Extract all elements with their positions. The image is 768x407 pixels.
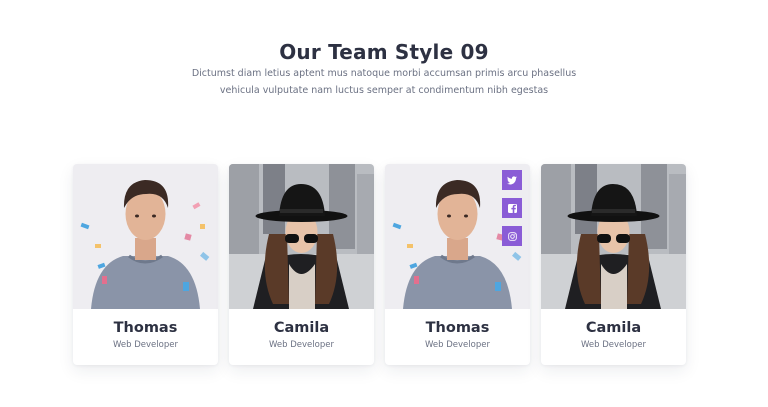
instagram-icon <box>507 231 517 241</box>
member-role: Web Developer <box>581 340 646 350</box>
team-card[interactable]: Thomas Web Developer <box>385 164 530 365</box>
member-photo <box>229 164 374 309</box>
member-role: Web Developer <box>269 340 334 350</box>
card-body: Thomas Web Developer <box>385 309 530 365</box>
team-card[interactable]: Camila Web Developer <box>541 164 686 365</box>
page-title: Our Team Style 09 <box>279 40 489 65</box>
member-role: Web Developer <box>113 340 178 350</box>
member-role: Web Developer <box>425 340 490 350</box>
team-card[interactable]: Camila Web Developer <box>229 164 374 365</box>
page-subtitle: Dictumst diam letius aptent mus natoque … <box>184 65 584 99</box>
social-links <box>502 170 522 254</box>
subtitle-line: vehicula vulputate nam luctus semper at … <box>219 85 549 96</box>
member-photo <box>385 164 530 309</box>
member-name: Camila <box>585 320 642 336</box>
twitter-button[interactable] <box>502 170 522 190</box>
member-name: Thomas <box>113 320 178 336</box>
member-photo <box>73 164 218 309</box>
facebook-icon <box>507 203 517 213</box>
member-photo <box>541 164 686 309</box>
member-name: Camila <box>273 320 330 336</box>
team-card[interactable]: Thomas Web Developer <box>73 164 218 365</box>
instagram-button[interactable] <box>502 226 522 246</box>
card-body: Camila Web Developer <box>229 309 374 365</box>
member-name: Thomas <box>425 320 490 336</box>
team-grid: Thomas Web Developer Camila Web Develope… <box>73 164 687 365</box>
twitter-icon <box>507 175 517 184</box>
card-body: Thomas Web Developer <box>73 309 218 365</box>
card-body: Camila Web Developer <box>541 309 686 365</box>
subtitle-line: Dictumst diam letius aptent mus natoque … <box>191 68 577 79</box>
facebook-button[interactable] <box>502 198 522 218</box>
